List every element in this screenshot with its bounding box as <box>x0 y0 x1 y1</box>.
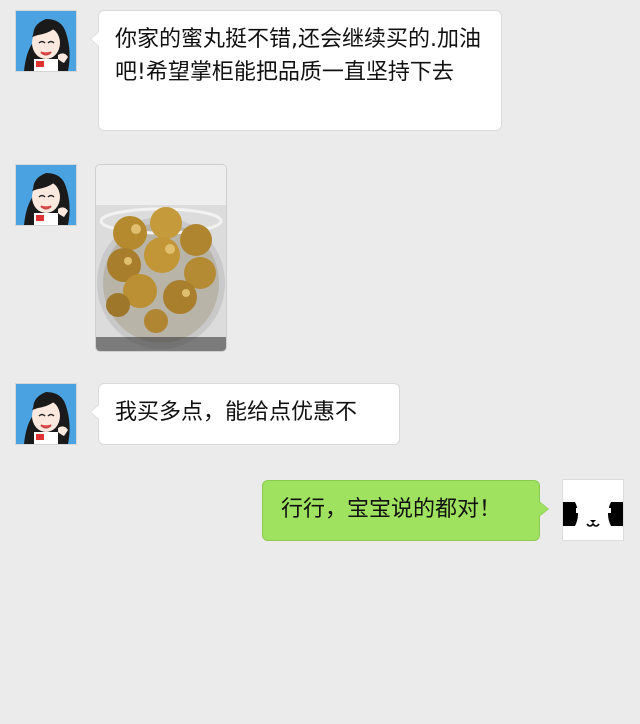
my-avatar[interactable] <box>562 479 624 541</box>
contact-avatar[interactable] <box>15 383 77 445</box>
cartoon-girl-avatar-icon <box>16 11 76 71</box>
contact-avatar[interactable] <box>15 10 77 72</box>
message-image[interactable] <box>95 164 227 352</box>
panda-face-avatar-icon <box>563 480 623 540</box>
message-bubble-outgoing[interactable]: 行行，宝宝说的都对！ <box>262 480 549 541</box>
cartoon-girl-avatar-icon <box>16 165 76 225</box>
message-text: 你家的蜜丸挺不错,还会继续买的.加油吧!希望掌柜能把品质一直坚持下去 <box>115 27 481 85</box>
message-text: 行行，宝宝说的都对！ <box>281 497 502 522</box>
cartoon-girl-avatar-icon <box>16 384 76 444</box>
contact-avatar[interactable] <box>15 164 77 226</box>
message-bubble-incoming[interactable]: 我买多点，能给点优惠不 <box>90 383 400 445</box>
honey-pills-jar-photo <box>96 165 226 351</box>
message-text: 我买多点，能给点优惠不 <box>115 400 358 425</box>
message-bubble-incoming[interactable]: 你家的蜜丸挺不错,还会继续买的.加油吧!希望掌柜能把品质一直坚持下去 <box>90 10 502 131</box>
